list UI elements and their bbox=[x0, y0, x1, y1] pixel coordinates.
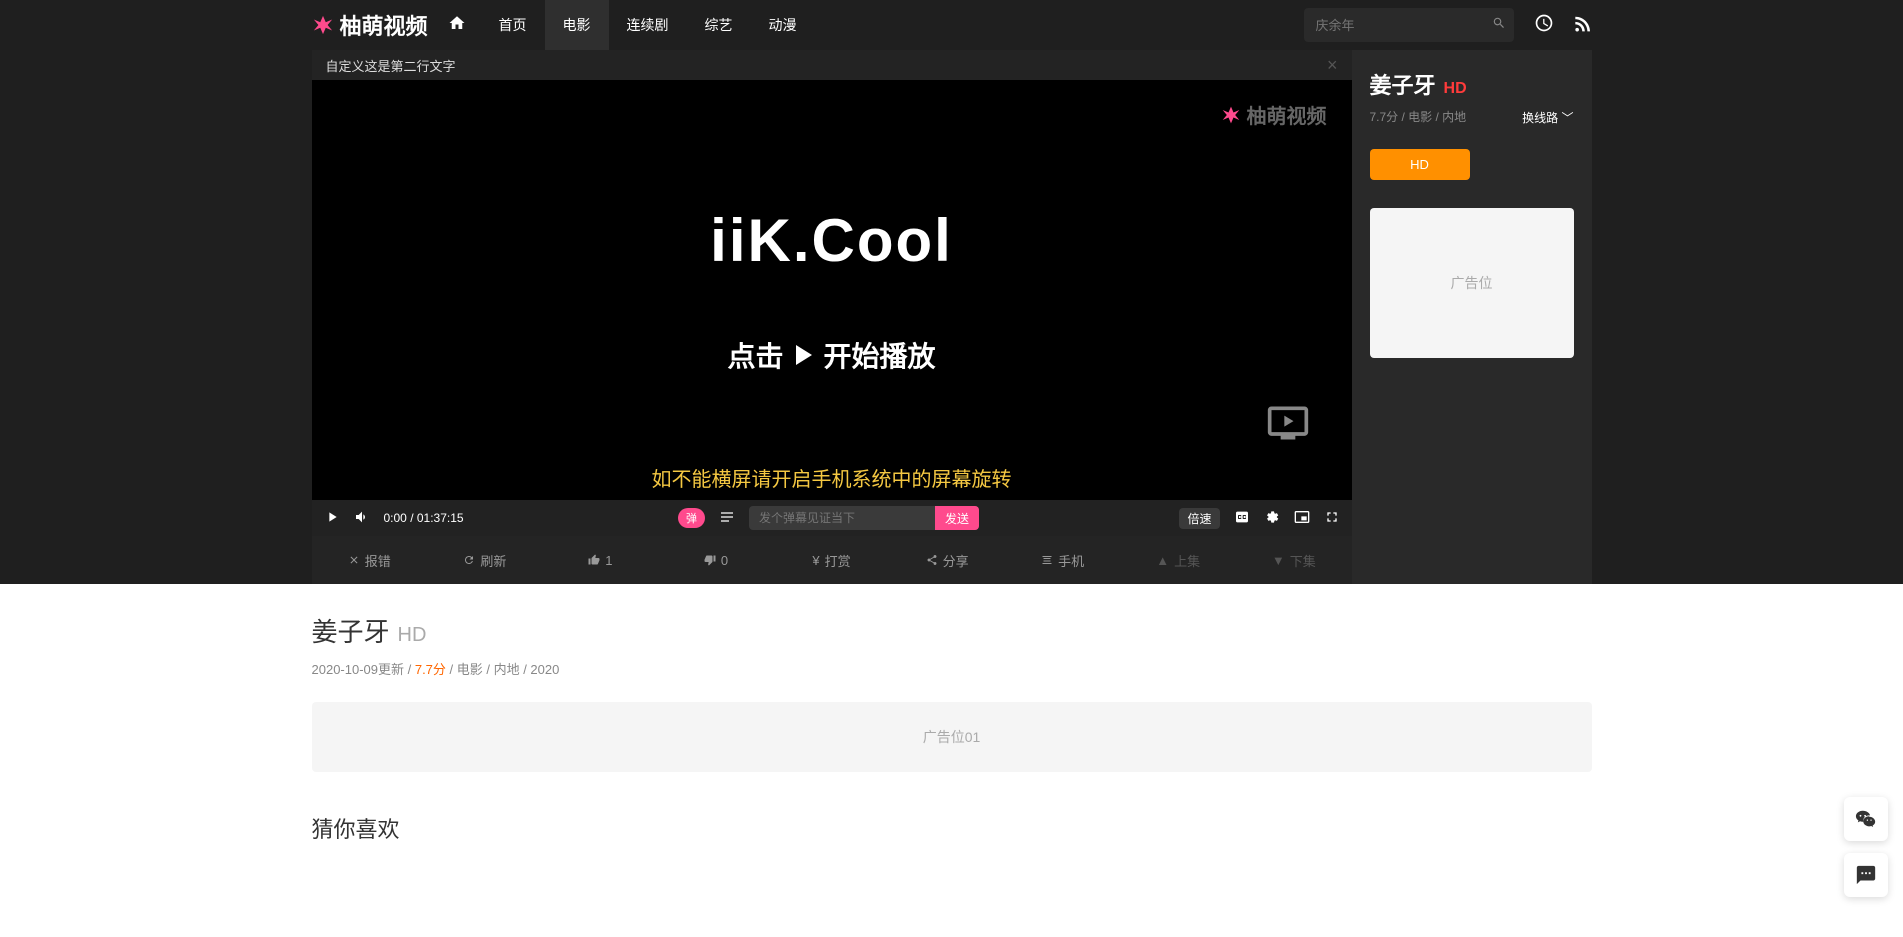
nav-anime[interactable]: 动漫 bbox=[751, 0, 815, 50]
subtitle-icon[interactable] bbox=[1234, 509, 1250, 528]
quality-badge: HD bbox=[1444, 80, 1467, 98]
time-display: 0:00 / 01:37:15 bbox=[384, 511, 464, 525]
quality-label: HD bbox=[398, 624, 427, 647]
nav-variety[interactable]: 综艺 bbox=[687, 0, 751, 50]
nav-series[interactable]: 连续剧 bbox=[609, 0, 687, 50]
play-button[interactable] bbox=[324, 509, 340, 528]
refresh-button[interactable]: 刷新 bbox=[427, 551, 543, 570]
main-nav: 首页 电影 连续剧 综艺 动漫 bbox=[481, 0, 815, 50]
pip-icon[interactable] bbox=[1294, 509, 1310, 528]
wechat-icon bbox=[1855, 808, 1877, 830]
search-input[interactable] bbox=[1316, 18, 1492, 33]
page-title: 姜子牙 HD bbox=[312, 612, 1592, 649]
ad-banner: 广告位01 bbox=[312, 702, 1592, 772]
dislike-button[interactable]: 0 bbox=[658, 553, 774, 568]
recommendations-title: 猜你喜欢 bbox=[312, 812, 1592, 844]
tv-icon bbox=[1264, 401, 1312, 450]
close-icon[interactable]: × bbox=[1327, 55, 1338, 76]
float-buttons bbox=[1844, 797, 1888, 897]
prev-episode[interactable]: ▲ 上集 bbox=[1120, 551, 1236, 570]
logo-text: 柚萌视频 bbox=[340, 9, 428, 41]
comment-icon bbox=[1855, 864, 1877, 886]
rss-icon[interactable] bbox=[1572, 13, 1592, 38]
nav-movie[interactable]: 电影 bbox=[545, 0, 609, 50]
episode-list: HD bbox=[1370, 149, 1574, 180]
player-controls: 0:00 / 01:37:15 弹 发送 倍速 bbox=[312, 500, 1352, 536]
mobile-button[interactable]: 手机 bbox=[1005, 551, 1121, 570]
reward-button[interactable]: ¥ 打赏 bbox=[774, 551, 890, 570]
video-player[interactable]: 柚萌视频 iiK.Cool 点击 开始播放 如不能横屏请开启手机系统中的屏幕旋转 bbox=[312, 80, 1352, 500]
notice-text: 自定义这是第二行文字 bbox=[326, 56, 456, 75]
score: 7.7分 bbox=[415, 662, 446, 677]
home-icon[interactable] bbox=[433, 14, 481, 37]
ad-placeholder: 广告位 bbox=[1370, 208, 1574, 358]
butterfly-icon bbox=[1221, 105, 1241, 125]
volume-icon[interactable] bbox=[354, 509, 370, 528]
route-switch[interactable]: 换线路 ﹀ bbox=[1522, 109, 1573, 126]
rotation-hint: 如不能横屏请开启手机系统中的屏幕旋转 bbox=[652, 463, 1012, 492]
nav-home[interactable]: 首页 bbox=[481, 0, 545, 50]
next-episode[interactable]: ▼ 下集 bbox=[1236, 551, 1352, 570]
player-toolbar: 报错 刷新 1 0 ¥ 打赏 bbox=[312, 536, 1352, 584]
play-hint: 点击 开始播放 bbox=[727, 335, 935, 375]
watermark: 柚萌视频 bbox=[1221, 100, 1327, 129]
settings-icon[interactable] bbox=[1264, 509, 1280, 528]
info-meta: 2020-10-09更新 / 7.7分 / 电影 / 内地 / 2020 bbox=[312, 659, 1592, 678]
danmu-settings-icon[interactable] bbox=[719, 509, 735, 528]
player-center-text: iiK.Cool bbox=[710, 206, 953, 275]
danmu-input[interactable] bbox=[749, 511, 935, 525]
episode-button[interactable]: HD bbox=[1370, 149, 1470, 180]
search-icon[interactable] bbox=[1492, 16, 1506, 35]
chevron-down-icon: ﹀ bbox=[1561, 111, 1573, 125]
like-button[interactable]: 1 bbox=[543, 553, 659, 568]
play-icon bbox=[796, 345, 812, 365]
fullscreen-icon[interactable] bbox=[1324, 509, 1340, 528]
butterfly-icon bbox=[312, 14, 334, 36]
wechat-button[interactable] bbox=[1844, 797, 1888, 841]
comment-button[interactable] bbox=[1844, 853, 1888, 897]
speed-button[interactable]: 倍速 bbox=[1179, 508, 1219, 529]
share-button[interactable]: 分享 bbox=[889, 551, 1005, 570]
report-button[interactable]: 报错 bbox=[312, 551, 428, 570]
movie-title: 姜子牙 HD bbox=[1370, 68, 1574, 100]
danmu-toggle[interactable]: 弹 bbox=[678, 508, 705, 528]
send-button[interactable]: 发送 bbox=[935, 506, 979, 530]
search-box bbox=[1304, 8, 1514, 42]
danmu-input-wrap: 发送 bbox=[749, 506, 979, 530]
site-logo[interactable]: 柚萌视频 bbox=[312, 9, 428, 41]
history-icon[interactable] bbox=[1534, 13, 1554, 38]
side-panel: 姜子牙 HD 7.7分 / 电影 / 内地 换线路 ﹀ HD 广告位 bbox=[1352, 50, 1592, 584]
notice-bar: 自定义这是第二行文字 × bbox=[312, 50, 1352, 80]
